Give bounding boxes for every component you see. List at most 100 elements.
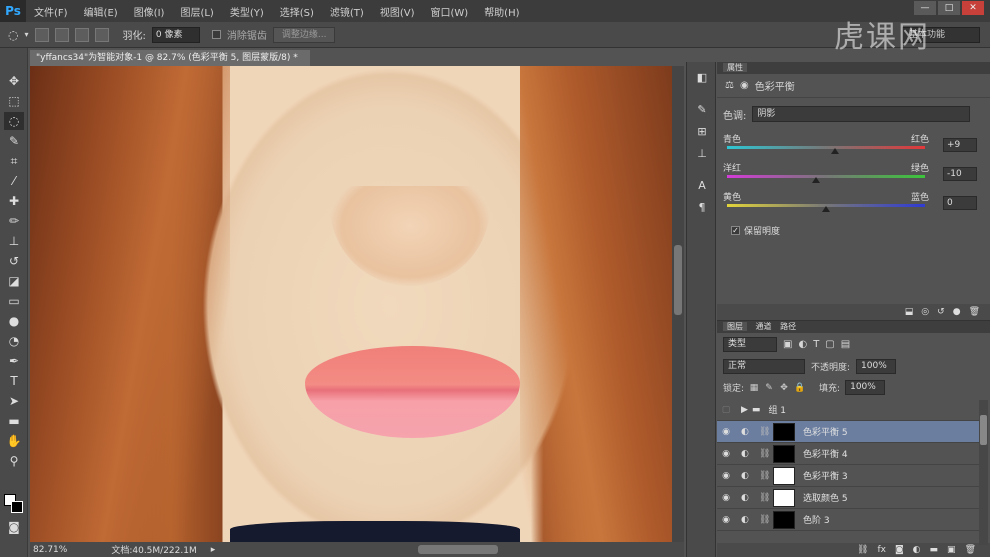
eye-icon[interactable]: ◉ [717, 515, 735, 525]
cyan-red-slider[interactable]: 青色 红色 +9 [723, 132, 979, 158]
clone-source-icon[interactable]: ⊥ [694, 146, 710, 160]
canvas-vertical-scroll-thumb[interactable] [674, 245, 682, 315]
lock-position-icon[interactable]: ✥ [779, 383, 789, 393]
layer-group[interactable]: ▢ ▶ ▬ 组 1 [717, 399, 979, 421]
antialias-checkbox[interactable] [211, 30, 221, 39]
layer-row[interactable]: ◉ ◐ ⛓ 色彩平衡 4 [717, 443, 979, 465]
eye-icon[interactable]: ◉ [717, 471, 735, 481]
menu-select[interactable]: 选择(S) [272, 4, 322, 19]
reset-icon[interactable]: ↺ [937, 307, 945, 317]
yellow-blue-slider[interactable]: 黄色 蓝色 0 [723, 190, 979, 216]
brush-panel-icon[interactable]: ✎ [694, 102, 710, 116]
new-layer-icon[interactable]: ▣ [947, 545, 956, 555]
filter-smart-object-icon[interactable]: ▤ [841, 339, 850, 350]
layer-mask-thumbnail[interactable] [773, 444, 795, 463]
background-color-swatch[interactable] [11, 501, 23, 513]
blend-mode-select[interactable]: 正常 [723, 359, 805, 374]
chain-link-icon[interactable]: ⛓ [759, 515, 771, 525]
pen-tool-icon[interactable]: ✒ [4, 352, 24, 370]
slider-value-input[interactable]: -10 [943, 167, 977, 181]
document-tab[interactable]: "yffancs34"为智能对象-1 @ 82.7% (色彩平衡 5, 图层蒙版… [30, 50, 310, 66]
slider-thumb[interactable] [830, 148, 839, 154]
feather-input[interactable]: 0 像素 [151, 26, 200, 43]
history-brush-tool-icon[interactable]: ↺ [4, 252, 24, 270]
lock-pixels-icon[interactable]: ✎ [764, 383, 774, 393]
filter-adjustment-icon[interactable]: ◐ [798, 339, 807, 350]
add-mask-icon[interactable]: ◙ [895, 545, 904, 555]
chain-link-icon[interactable]: ⛓ [759, 449, 771, 459]
lock-transparent-icon[interactable]: ▦ [749, 383, 759, 393]
quick-mask-icon[interactable]: ◙ [4, 518, 24, 536]
visibility-toggle-icon[interactable]: ▢ [717, 405, 735, 415]
canvas-horizontal-scroll-thumb[interactable] [418, 545, 498, 554]
menu-layer[interactable]: 图层(L) [172, 4, 221, 19]
menu-filter[interactable]: 滤镜(T) [322, 4, 372, 19]
gradient-tool-icon[interactable]: ▭ [4, 292, 24, 310]
zoom-level[interactable]: 82.71% [33, 545, 67, 555]
tab-channels[interactable]: 通道 [756, 322, 772, 331]
expand-arrow-icon[interactable]: ▶ [741, 405, 748, 415]
delete-icon[interactable]: 🗑 [969, 307, 980, 317]
hand-tool-icon[interactable]: ✋ [4, 432, 24, 450]
preserve-luminosity-checkbox[interactable]: ✓ [731, 226, 740, 235]
zoom-tool-icon[interactable]: ⚲ [4, 452, 24, 470]
menu-file[interactable]: 文件(F) [26, 4, 76, 19]
visibility-icon[interactable]: ● [953, 307, 961, 317]
paragraph-panel-icon[interactable]: ¶ [694, 200, 710, 214]
tab-layers[interactable]: 图层 [723, 322, 747, 331]
shape-tool-icon[interactable]: ▬ [4, 412, 24, 430]
layer-mask-icon[interactable]: ◉ [740, 80, 749, 91]
lock-all-icon[interactable]: 🔒 [794, 383, 805, 393]
layer-mask-thumbnail[interactable] [773, 466, 795, 485]
layer-row[interactable]: ◉ ◐ ⛓ 色彩平衡 3 [717, 465, 979, 487]
crop-tool-icon[interactable]: ⌗ [4, 152, 24, 170]
menu-edit[interactable]: 编辑(E) [76, 4, 126, 19]
quick-select-tool-icon[interactable]: ✎ [4, 132, 24, 150]
subtract-selection-icon[interactable] [74, 27, 89, 42]
chain-link-icon[interactable]: ⛓ [759, 427, 771, 437]
menu-window[interactable]: 窗口(W) [422, 4, 476, 19]
eraser-tool-icon[interactable]: ◪ [4, 272, 24, 290]
add-selection-icon[interactable] [54, 27, 69, 42]
close-button[interactable]: ✕ [962, 1, 984, 15]
layer-row[interactable]: ◉ ◐ ⛓ 选取颜色 5 [717, 487, 979, 509]
slider-thumb[interactable] [812, 177, 821, 183]
layer-row[interactable]: ◉ ◐ ⛓ 色阶 3 [717, 509, 979, 531]
status-menu-arrow-icon[interactable]: ▸ [211, 545, 216, 555]
eye-icon[interactable]: ◉ [717, 427, 735, 437]
layer-mask-thumbnail[interactable] [773, 488, 795, 507]
intersect-selection-icon[interactable] [94, 27, 109, 42]
clone-stamp-tool-icon[interactable]: ⊥ [4, 232, 24, 250]
healing-brush-tool-icon[interactable]: ✚ [4, 192, 24, 210]
menu-help[interactable]: 帮助(H) [476, 4, 527, 19]
slider-value-input[interactable]: +9 [943, 138, 977, 152]
new-selection-icon[interactable] [34, 27, 49, 42]
layer-row[interactable]: ◉ ◐ ⛓ 色彩平衡 5 [717, 421, 979, 443]
tone-select[interactable]: 阴影 [752, 106, 971, 122]
lasso-tool-icon[interactable]: ◌ [4, 112, 24, 130]
brush-tool-icon[interactable]: ✏ [4, 212, 24, 230]
menu-view[interactable]: 视图(V) [372, 4, 423, 19]
eye-icon[interactable]: ◉ [717, 449, 735, 459]
history-panel-icon[interactable]: ◧ [694, 70, 710, 84]
slider-value-input[interactable]: 0 [943, 196, 977, 210]
eye-icon[interactable]: ◉ [717, 493, 735, 503]
character-panel-icon[interactable]: A [694, 178, 710, 192]
image-canvas[interactable] [30, 66, 672, 542]
path-selection-tool-icon[interactable]: ➤ [4, 392, 24, 410]
fill-input[interactable]: 100% [845, 380, 886, 395]
properties-tab[interactable]: 属性 [723, 63, 747, 72]
tool-preset-dropdown-icon[interactable]: ▾ [24, 30, 28, 39]
refine-edge-button[interactable]: 调整边缘... [272, 26, 336, 43]
maximize-button[interactable]: □ [938, 1, 960, 15]
slider-track[interactable] [727, 146, 925, 149]
new-adjustment-icon[interactable]: ◐ [913, 545, 921, 555]
type-tool-icon[interactable]: T [4, 372, 24, 390]
menu-type[interactable]: 类型(Y) [222, 4, 272, 19]
view-previous-icon[interactable]: ◎ [921, 307, 929, 317]
opacity-input[interactable]: 100% [856, 359, 897, 374]
filter-type-icon[interactable]: T [813, 339, 819, 350]
new-group-icon[interactable]: ▬ [930, 545, 939, 555]
delete-layer-icon[interactable]: 🗑 [965, 545, 976, 555]
magenta-green-slider[interactable]: 洋红 绿色 -10 [723, 161, 979, 187]
